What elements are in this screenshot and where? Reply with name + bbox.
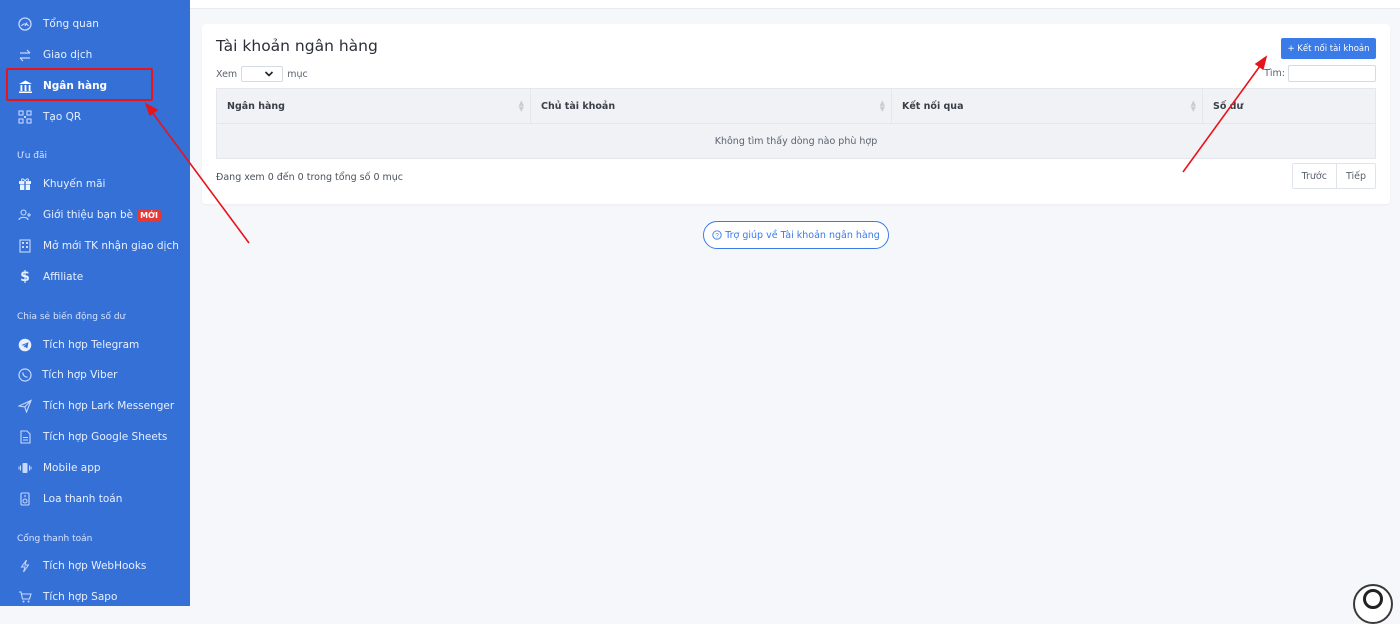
cart-icon (17, 589, 33, 605)
viber-icon (17, 367, 33, 383)
page-length-select[interactable] (241, 66, 284, 84)
sidebar: Tổng quan Giao dịch Ngân hàng Tạo QR Ưu … (0, 0, 190, 606)
sidebar-item-lark[interactable]: Tích hợp Lark Messenger (0, 392, 190, 420)
top-bar (190, 0, 1400, 9)
sidebar-item-referral[interactable]: Giới thiệu bạn bè MỚI (0, 201, 190, 229)
bank-accounts-card: Tài khoản ngân hàng + Kết nối tài khoản … (202, 24, 1390, 204)
sheet-icon (17, 429, 33, 445)
new-badge: MỚI (137, 209, 162, 221)
sidebar-item-promotions[interactable]: Khuyến mãi (0, 170, 190, 198)
send-icon (17, 398, 33, 414)
sidebar-item-speaker[interactable]: Loa thanh toán (0, 485, 190, 513)
webhook-icon (17, 558, 33, 574)
column-header-bank[interactable]: Ngân hàng ▲ ▼ (217, 89, 531, 123)
sort-icon: ▲ ▼ (518, 99, 524, 113)
section-label-offers: Ưu đãi (17, 151, 48, 161)
sidebar-item-label: Mobile app (43, 462, 101, 474)
column-header-label: Kết nối qua (902, 100, 964, 112)
chat-widget-button[interactable] (1353, 584, 1393, 624)
sidebar-item-label: Tích hợp Lark Messenger (43, 400, 175, 412)
sidebar-item-telegram[interactable]: Tích hợp Telegram (0, 331, 190, 359)
section-label-balance-share: Chia sẻ biến động số dư (17, 312, 126, 322)
column-header-label: Ngân hàng (227, 100, 285, 112)
next-page-button[interactable]: Tiếp (1335, 164, 1375, 188)
chevron-down-icon (264, 67, 274, 84)
page-length-control: Xem mục (216, 66, 308, 82)
sidebar-item-open-account[interactable]: Mở mới TK nhận giao dịch (0, 232, 190, 260)
table-info: Đang xem 0 đến 0 trong tổng số 0 mục (216, 172, 404, 183)
sidebar-item-label: Tích hợp Viber (42, 369, 118, 381)
column-header-connected-via[interactable]: Kết nối qua ▲ ▼ (892, 89, 1203, 123)
building-icon (17, 238, 33, 254)
column-header-balance[interactable]: Số dư (1203, 89, 1375, 123)
help-link-label: Trợ giúp về Tài khoản ngân hàng (725, 229, 880, 241)
page-title: Tài khoản ngân hàng (216, 37, 378, 55)
sidebar-item-label: Giới thiệu bạn bè (43, 209, 134, 221)
sidebar-item-label: Tích hợp Sapo (43, 591, 118, 603)
help-circle-icon: ? (712, 230, 722, 240)
sidebar-item-label: Tích hợp Google Sheets (43, 431, 168, 443)
svg-text:?: ? (715, 232, 719, 239)
table-search: Tìm: (1264, 65, 1376, 82)
sidebar-item-overview[interactable]: Tổng quan (0, 10, 190, 38)
previous-page-button[interactable]: Trước (1292, 164, 1336, 188)
sidebar-item-viber[interactable]: Tích hợp Viber (0, 361, 190, 389)
length-suffix-label: mục (287, 68, 308, 80)
speaker-icon (17, 491, 33, 507)
chat-icon (1363, 589, 1383, 609)
telegram-icon (17, 337, 33, 353)
sort-icon: ▲ ▼ (1190, 99, 1196, 113)
sidebar-item-label: Tích hợp WebHooks (43, 560, 147, 572)
sidebar-item-label: Loa thanh toán (43, 493, 123, 505)
annotation-highlight-box (6, 68, 153, 101)
sidebar-item-label: Giao dịch (43, 49, 93, 61)
column-header-label: Chủ tài khoản (541, 100, 616, 112)
table-header: Ngân hàng ▲ ▼ Chủ tài khoản ▲ ▼ Kết nối qu… (217, 89, 1375, 124)
sidebar-item-mobile-app[interactable]: Mobile app (0, 454, 190, 482)
dashboard-icon (17, 16, 33, 32)
add-user-icon (17, 207, 33, 223)
sidebar-item-label: Affiliate (43, 271, 84, 283)
search-label: Tìm: (1264, 68, 1285, 79)
pagination: Trước Tiếp (1291, 163, 1376, 189)
empty-table-message: Không tìm thấy dòng nào phù hợp (217, 124, 1375, 158)
sidebar-item-label: Mở mới TK nhận giao dịch (43, 240, 179, 252)
mobile-icon (17, 460, 33, 476)
sidebar-item-transactions[interactable]: Giao dịch (0, 41, 190, 69)
transfer-icon (17, 47, 33, 63)
gift-icon (17, 176, 33, 192)
section-label-payment-gateway: Cổng thanh toán (17, 534, 93, 544)
sidebar-item-label: Tích hợp Telegram (43, 339, 140, 351)
sidebar-item-affiliate[interactable]: $ Affiliate (0, 263, 190, 291)
sidebar-item-label: Tạo QR (43, 111, 82, 123)
sort-icon: ▲ ▼ (879, 99, 885, 113)
sidebar-item-label: Khuyến mãi (43, 178, 106, 190)
sidebar-item-create-qr[interactable]: Tạo QR (0, 103, 190, 131)
connect-account-button[interactable]: + Kết nối tài khoản (1281, 38, 1376, 59)
help-link[interactable]: ? Trợ giúp về Tài khoản ngân hàng (703, 221, 889, 249)
sidebar-item-google-sheets[interactable]: Tích hợp Google Sheets (0, 423, 190, 451)
qr-icon (17, 109, 33, 125)
search-input[interactable] (1288, 65, 1376, 82)
sidebar-item-sapo[interactable]: Tích hợp Sapo (0, 583, 190, 606)
dollar-icon: $ (20, 269, 30, 285)
column-header-label: Số dư (1213, 100, 1244, 112)
sidebar-item-label: Tổng quan (43, 18, 99, 30)
column-header-account-holder[interactable]: Chủ tài khoản ▲ ▼ (531, 89, 892, 123)
length-prefix-label: Xem (216, 68, 238, 80)
bank-accounts-table: Ngân hàng ▲ ▼ Chủ tài khoản ▲ ▼ Kết nối qu… (216, 88, 1376, 159)
sidebar-item-webhooks[interactable]: Tích hợp WebHooks (0, 552, 190, 580)
